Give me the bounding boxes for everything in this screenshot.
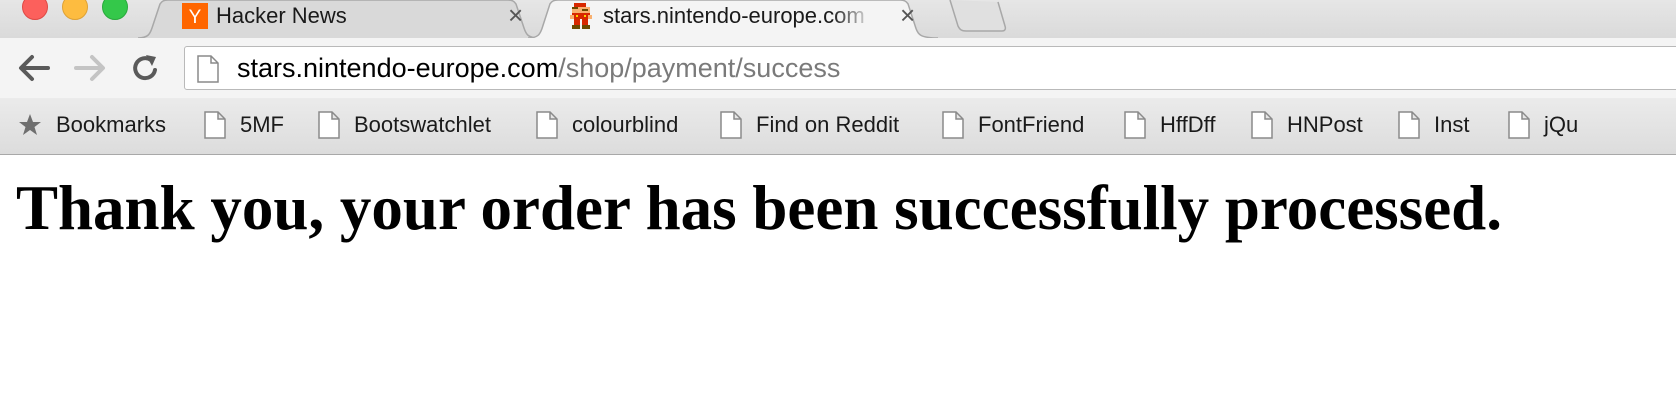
bookmark-label: jQu [1544,112,1579,137]
bookmark-hffdff[interactable]: HffDff [1124,109,1215,141]
tab-strip: Y Hacker News × stars.nintendo-europe.co… [0,0,1676,38]
url-text: stars.nintendo-europe.com/shop/payment/s… [237,54,840,82]
page-icon [942,111,964,139]
minimize-window-button[interactable] [62,0,88,20]
page-icon [1251,111,1273,139]
bookmark-label: FontFriend [978,112,1085,137]
close-tab-icon[interactable]: × [900,2,915,28]
bookmark-label: HNPost [1287,112,1363,137]
star-icon [19,114,41,135]
url-path: /shop/payment/success [558,53,841,83]
svg-text:Y: Y [189,7,202,28]
bookmark-hnpost[interactable]: HNPost [1251,109,1363,141]
tab-nintendo-stars[interactable]: stars.nintendo-europe.com × [528,0,938,38]
url-host: stars.nintendo-europe.com [237,53,559,83]
new-tab-button[interactable] [948,0,1008,32]
bookmark-bookmarks[interactable]: Bookmarks [18,109,166,141]
page-icon [1398,111,1420,139]
close-window-button[interactable] [22,0,48,20]
page-icon [204,111,226,139]
tab-hacker-news[interactable]: Y Hacker News × [138,0,546,38]
bookmark-label: colourblind [572,112,679,137]
page-icon [536,111,558,139]
bookmark-jquery[interactable]: jQu [1508,109,1676,141]
bookmark-label: 5MF [240,112,284,137]
bookmark-label: Find on Reddit [756,112,900,137]
page-heading: Thank you, your order has been successfu… [16,173,1502,243]
bookmark-colourblind[interactable]: colourblind [536,109,678,141]
close-tab-icon[interactable]: × [508,2,523,28]
navigation-toolbar: stars.nintendo-europe.com/shop/payment/s… [0,38,1676,98]
y-combinator-icon: Y [182,3,208,29]
tab-title: stars.nintendo-europe.com [603,3,865,28]
address-bar[interactable]: stars.nintendo-europe.com/shop/payment/s… [184,46,1676,90]
bookmark-label: Bookmarks [56,112,167,137]
bookmark-fontfriend[interactable]: FontFriend [942,109,1084,141]
reload-icon[interactable] [128,53,164,83]
page-icon [318,111,340,139]
tab-title: Hacker News [216,3,347,28]
bookmark-label: Inst [1434,112,1470,137]
bookmark-label: Bootswatchlet [354,112,491,137]
bookmark-bootswatchlet[interactable]: Bootswatchlet [318,109,491,141]
zoom-window-button[interactable] [102,0,128,20]
bookmark-5mf[interactable]: 5MF [204,109,284,141]
page-icon [1508,111,1530,139]
bookmark-inst[interactable]: Inst [1398,109,1469,141]
mario-sprite-icon [570,3,592,29]
page-icon [720,111,742,139]
bookmarks-bar: Bookmarks 5MF Bootswatchlet colourblind … [0,98,1676,155]
page-icon [1124,111,1146,139]
bookmark-label: HffDff [1160,112,1216,137]
page-icon [197,55,219,83]
forward-arrow-icon[interactable] [72,53,108,83]
bookmark-find-on-reddit[interactable]: Find on Reddit [720,109,899,141]
back-arrow-icon[interactable] [16,53,52,83]
